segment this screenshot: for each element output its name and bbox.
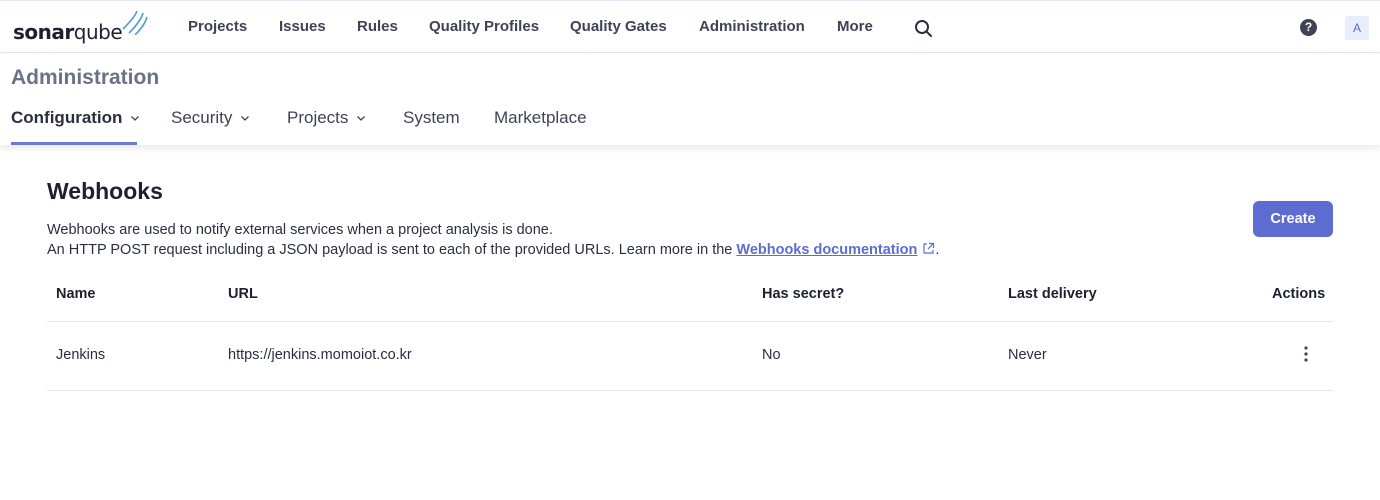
chevron-down-icon <box>357 116 366 121</box>
logo-waves-icon <box>122 10 148 35</box>
table-header-divider <box>47 321 1333 322</box>
cell-secret: No <box>762 347 781 363</box>
page-title: Webhooks <box>47 178 163 204</box>
tab-marketplace-label: Marketplace <box>494 108 587 127</box>
tab-system-label: System <box>403 108 460 127</box>
user-avatar[interactable]: A <box>1345 16 1369 40</box>
sonarqube-logo[interactable]: sonarqube <box>13 10 148 44</box>
tab-system[interactable]: System <box>403 106 460 130</box>
nav-rules[interactable]: Rules <box>357 16 398 38</box>
top-navigation: sonarqube Projects Issues Rules Quality … <box>0 0 1380 53</box>
create-webhook-button[interactable]: Create <box>1253 201 1333 237</box>
column-header-actions: Actions <box>1272 286 1326 302</box>
nav-administration[interactable]: Administration <box>699 16 805 38</box>
admin-title: Administration <box>11 66 160 89</box>
doc-link-label: Webhooks documentation <box>736 242 918 258</box>
admin-header: Administration Configuration Security Pr… <box>0 53 1380 145</box>
external-link-icon <box>923 242 935 254</box>
cell-url: https://jenkins.momoiot.co.kr <box>228 347 412 363</box>
tab-marketplace[interactable]: Marketplace <box>494 106 587 130</box>
column-header-secret: Has secret? <box>762 286 845 302</box>
column-header-name: Name <box>56 286 96 302</box>
table-row-divider <box>47 390 1333 391</box>
description-line-2-text: An HTTP POST request including a JSON pa… <box>47 242 737 258</box>
logo-text-bold: sonar <box>13 20 74 44</box>
logo-text-light: qube <box>73 20 123 44</box>
row-actions-button[interactable] <box>1296 343 1316 367</box>
cell-last-delivery: Never <box>1008 347 1047 363</box>
tab-configuration-label: Configuration <box>11 108 123 127</box>
nav-quality-profiles[interactable]: Quality Profiles <box>429 16 539 38</box>
tab-configuration[interactable]: Configuration <box>11 106 140 130</box>
description-line-2: An HTTP POST request including a JSON pa… <box>47 242 939 258</box>
chevron-down-icon <box>241 116 250 121</box>
chevron-down-icon <box>131 116 140 121</box>
tab-projects-label: Projects <box>287 108 349 127</box>
tab-security[interactable]: Security <box>171 106 250 130</box>
help-icon[interactable]: ? <box>1300 19 1317 36</box>
search-button[interactable] <box>912 17 934 39</box>
webhooks-documentation-link[interactable]: Webhooks documentation <box>736 242 935 258</box>
nav-more[interactable]: More <box>837 16 873 38</box>
tab-projects[interactable]: Projects <box>287 106 366 130</box>
description-line-1: Webhooks are used to notify external ser… <box>47 222 553 238</box>
column-header-url: URL <box>228 286 258 302</box>
nav-quality-gates[interactable]: Quality Gates <box>570 16 667 38</box>
column-header-last-delivery: Last delivery <box>1008 286 1097 302</box>
search-icon <box>915 20 932 37</box>
tab-security-label: Security <box>171 108 233 127</box>
nav-issues[interactable]: Issues <box>279 16 326 38</box>
description-line-2-end: . <box>935 242 940 258</box>
cell-name: Jenkins <box>56 347 106 363</box>
active-tab-indicator <box>11 142 137 145</box>
nav-projects[interactable]: Projects <box>188 16 247 38</box>
more-vertical-icon <box>1304 346 1308 362</box>
